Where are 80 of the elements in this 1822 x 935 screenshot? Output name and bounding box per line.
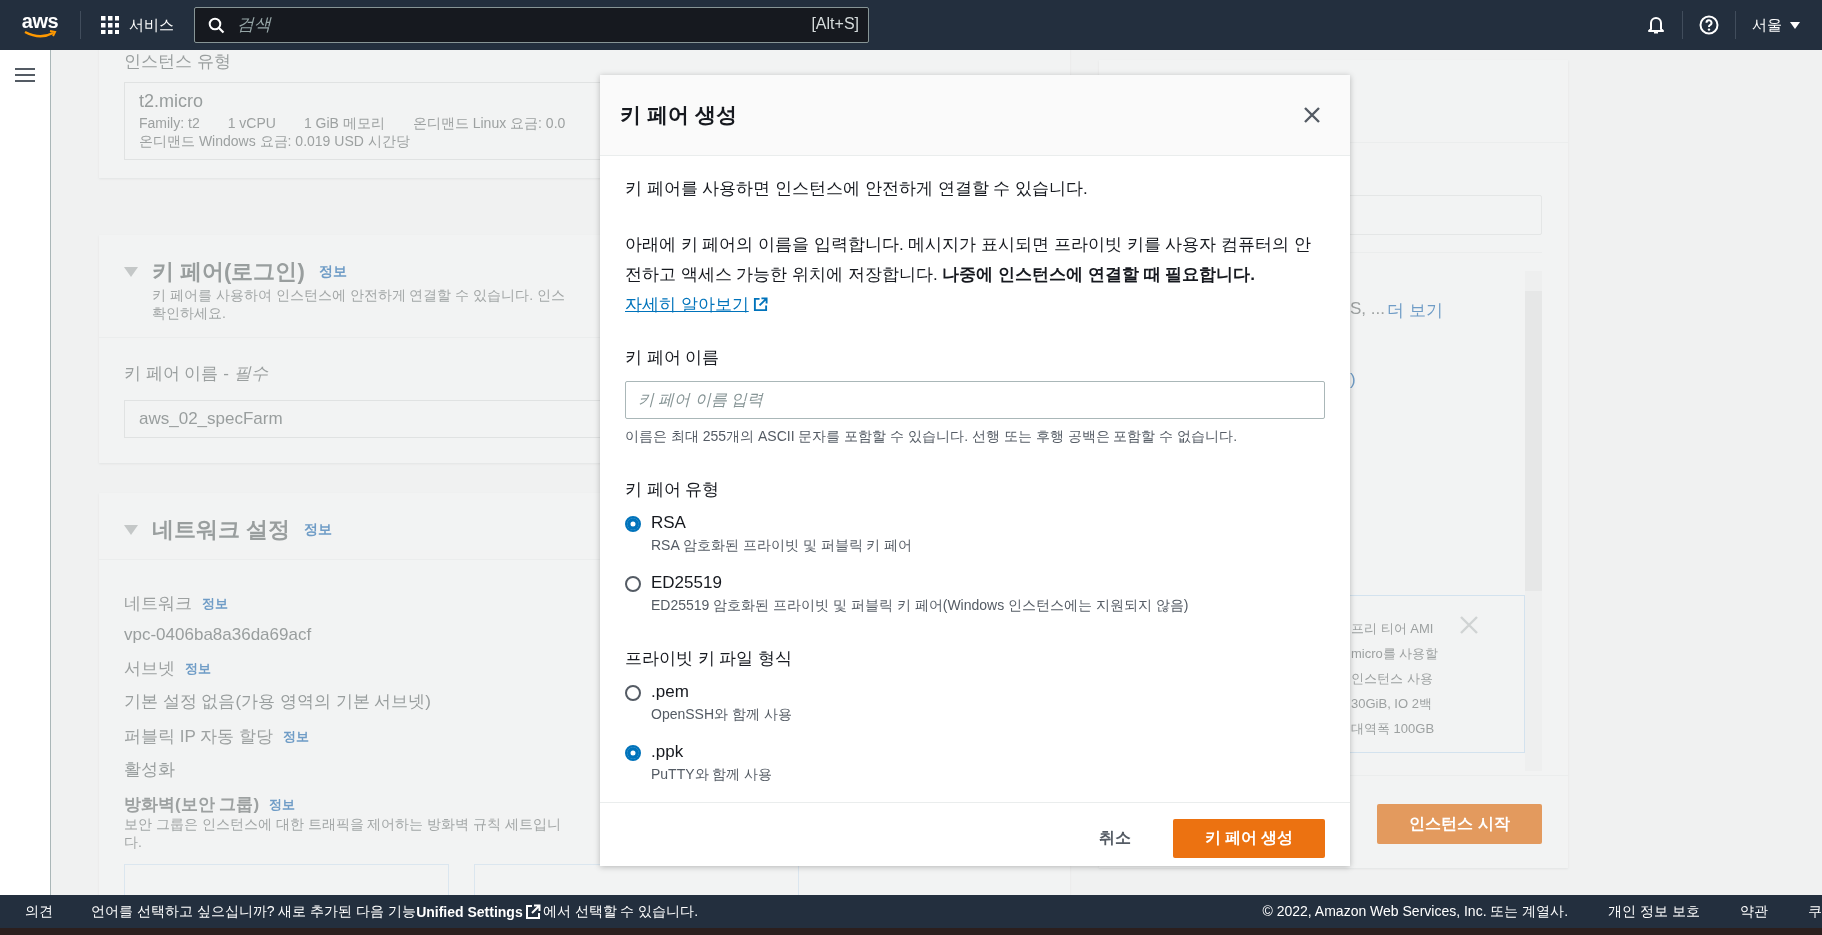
option-description: PuTTY와 함께 사용	[651, 766, 773, 784]
option-description: RSA 암호화된 프라이빗 및 퍼블릭 키 페어	[651, 537, 913, 555]
option-label: RSA	[651, 513, 687, 533]
field-value: 기본 설정 없음(가용 영역의 기본 서브넷)	[124, 691, 431, 713]
intro-text: 키 페어를 사용하면 인스턴스에 안전하게 연결할 수 있습니다.	[625, 178, 1089, 200]
radio-button[interactable]	[625, 745, 641, 761]
info-link[interactable]: 정보	[318, 263, 347, 281]
field-description: 보안 그룹은 인스턴스에 대한 트래픽을 제어하는 방화벽 규칙 세트입니	[124, 816, 562, 834]
field-label: 프라이빗 키 파일 형식	[625, 648, 794, 670]
option-description: ED25519 암호화된 프라이빗 및 퍼블릭 키 페어(Windows 인스턴스에는 지원되지 않음)	[651, 597, 1189, 615]
section-description: 확인하세요.	[152, 305, 226, 323]
field-label: 키 페어 유형	[625, 479, 721, 501]
notice-line: 30GiB, IO 2백	[1351, 695, 1433, 713]
feedback-link[interactable]: 의견	[25, 902, 53, 921]
services-menu-button[interactable]: 서비스	[101, 15, 174, 35]
field-value: vpc-0406ba8a36da69acf	[124, 625, 312, 645]
info-link[interactable]: 정보	[304, 521, 333, 539]
notice-line: 인스턴스 사용	[1351, 670, 1434, 688]
dialog-title: 키 페어 생성	[620, 102, 737, 128]
radio-button[interactable]	[625, 685, 641, 701]
field-label: 키 페어 이름	[625, 347, 721, 369]
unified-settings-link[interactable]: Unified Settings	[416, 903, 523, 920]
close-icon[interactable]	[1304, 107, 1320, 123]
field-label: 퍼블릭 IP 자동 할당	[124, 726, 273, 748]
radio-button[interactable]	[625, 576, 641, 592]
cancel-button[interactable]: 취소	[1087, 817, 1143, 859]
info-link[interactable]: 정보	[202, 594, 228, 613]
field-label: 인스턴스 유형	[124, 51, 231, 73]
caret-icon	[1790, 21, 1800, 29]
external-link-icon	[524, 903, 541, 920]
region-selector[interactable]: 서울	[1752, 15, 1800, 35]
notice-line: micro를 사용할	[1351, 645, 1439, 663]
scrollbar[interactable]	[1525, 271, 1542, 771]
summary-text: S, ...	[1350, 299, 1385, 320]
option-label: .ppk	[651, 742, 685, 762]
option-label: ED25519	[651, 573, 723, 593]
info-link[interactable]: 정보	[269, 795, 296, 814]
section-title: 키 페어(로그인)	[152, 258, 305, 286]
notice-line: 프리 티어 AMI	[1351, 620, 1435, 638]
instance-price: 온디맨드 Windows 요금: 0.019 USD 시간당	[139, 133, 410, 151]
field-label: 네트워크	[124, 593, 192, 615]
option-description: OpenSSH와 함께 사용	[651, 706, 792, 724]
create-key-pair-button[interactable]: 키 페어 생성	[1173, 818, 1325, 858]
field-label: 키 페어 이름 - 필수	[124, 363, 268, 385]
language-notice: 에서 선택할 수 있습니다.	[542, 902, 699, 921]
footer-link[interactable]: 쿠	[1808, 902, 1822, 921]
launch-instance-button[interactable]: 인스턴스 시작	[1377, 804, 1542, 844]
bell-icon[interactable]	[1646, 15, 1666, 35]
instance-detail: 온디맨드 Linux 요금: 0.0	[412, 115, 566, 133]
search-icon	[208, 17, 225, 34]
instance-detail: Family: t2	[139, 115, 200, 133]
field-label: 방화벽(보안 그룹)	[124, 794, 260, 816]
key-pair-name-input[interactable]: 키 페어 이름 입력	[625, 381, 1325, 419]
field-description: 다.	[124, 834, 142, 852]
instance-name: t2.micro	[139, 91, 203, 112]
shortcut-hint: [Alt+S]	[811, 15, 859, 33]
copyright-text: © 2022, Amazon Web Services, Inc. 또는 계열사.	[1262, 902, 1569, 921]
footer-link[interactable]: 개인 정보 보호	[1608, 902, 1700, 921]
instance-detail: 1 GiB 메모리	[303, 115, 385, 133]
field-value: 활성화	[124, 759, 175, 781]
grid-icon	[101, 16, 119, 34]
external-link-icon	[752, 297, 768, 312]
info-link[interactable]: 정보	[282, 727, 309, 746]
option-label: .pem	[651, 682, 690, 702]
section-description: 키 페어를 사용하여 인스턴스에 안전하게 연결할 수 있습니다. 인스	[152, 287, 565, 305]
aws-logo[interactable]: aws	[20, 11, 60, 39]
radio-button[interactable]	[625, 516, 641, 532]
menu-icon[interactable]	[15, 67, 35, 83]
info-link[interactable]: 정보	[185, 659, 211, 678]
field-label: 서브넷	[124, 658, 175, 680]
learn-more-link[interactable]: 자세히 알아보기	[625, 295, 768, 314]
instance-detail: 1 vCPU	[227, 115, 276, 133]
more-link[interactable]: 더 보기	[1386, 299, 1443, 322]
summary-text: )	[1350, 370, 1356, 389]
footer-link[interactable]: 약관	[1740, 902, 1768, 921]
section-title: 네트워크 설정	[152, 516, 291, 544]
notice-line: 대역폭 100GB	[1351, 720, 1436, 738]
instructions-text: 아래에 키 페어의 이름을 입력합니다. 메시지가 표시되면 프라이빗 키를 사용자 컴퓨터의 안전하고 액세스 가능한 위치에 저장합니다. 나중에 인스턴스에 연결할 때 필요합니다. 자세히 알아보기	[625, 234, 1312, 316]
help-icon[interactable]	[1699, 15, 1719, 35]
language-notice: 언어를 선택하고 싶으십니까? 새로 추가된 다음 기능	[91, 902, 417, 921]
